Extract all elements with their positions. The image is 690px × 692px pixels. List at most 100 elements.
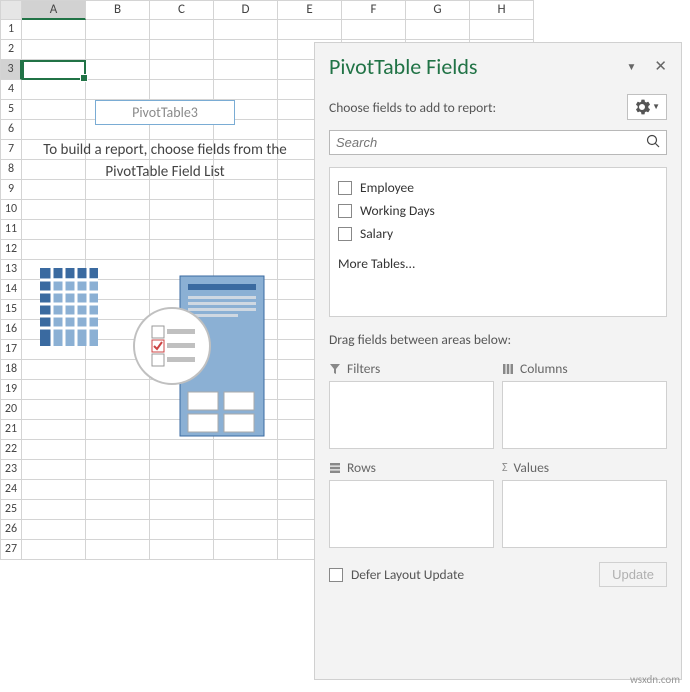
cell[interactable] [22, 500, 86, 520]
cell[interactable] [86, 440, 150, 460]
cell[interactable] [22, 520, 86, 540]
row-header[interactable]: 21 [0, 420, 22, 440]
cell[interactable] [150, 500, 214, 520]
select-all-corner[interactable] [0, 0, 22, 20]
cell[interactable] [86, 500, 150, 520]
cell[interactable] [22, 180, 86, 200]
search-input[interactable] [329, 130, 667, 155]
row-header[interactable]: 1 [0, 20, 22, 40]
cell[interactable] [86, 60, 150, 80]
row-header[interactable]: 7 [0, 140, 22, 160]
column-header[interactable]: B [86, 0, 150, 20]
row-header[interactable]: 27 [0, 540, 22, 560]
cell[interactable] [86, 200, 150, 220]
row-header[interactable]: 6 [0, 120, 22, 140]
row-header[interactable]: 20 [0, 400, 22, 420]
more-tables-link[interactable]: More Tables... [338, 255, 658, 272]
row-header[interactable]: 17 [0, 340, 22, 360]
cell[interactable] [214, 460, 278, 480]
update-button[interactable]: Update [599, 562, 667, 587]
row-header[interactable]: 16 [0, 320, 22, 340]
cell[interactable] [214, 500, 278, 520]
cell[interactable] [22, 540, 86, 560]
row-header[interactable]: 5 [0, 100, 22, 120]
cell[interactable] [22, 40, 86, 60]
cell[interactable] [406, 20, 470, 40]
filters-dropzone[interactable] [329, 381, 494, 449]
defer-layout-checkbox[interactable]: Defer Layout Update [329, 566, 464, 583]
cell[interactable] [150, 240, 214, 260]
cell[interactable] [470, 20, 534, 40]
cell[interactable] [86, 520, 150, 540]
columns-dropzone[interactable] [502, 381, 667, 449]
cell[interactable] [214, 40, 278, 60]
cell[interactable] [150, 180, 214, 200]
row-header[interactable]: 4 [0, 80, 22, 100]
cell[interactable] [22, 20, 86, 40]
cell[interactable] [342, 20, 406, 40]
cell[interactable] [214, 200, 278, 220]
cell[interactable] [86, 460, 150, 480]
row-header[interactable]: 18 [0, 360, 22, 380]
values-dropzone[interactable] [502, 480, 667, 548]
row-header[interactable]: 26 [0, 520, 22, 540]
row-header[interactable]: 12 [0, 240, 22, 260]
cell[interactable] [214, 440, 278, 460]
row-header[interactable]: 14 [0, 280, 22, 300]
row-header[interactable]: 25 [0, 500, 22, 520]
row-header[interactable]: 10 [0, 200, 22, 220]
tools-button[interactable]: ▼ [627, 94, 667, 120]
cell[interactable] [22, 60, 86, 80]
cell[interactable] [22, 460, 86, 480]
cell[interactable] [86, 20, 150, 40]
cell[interactable] [214, 540, 278, 560]
cell[interactable] [214, 240, 278, 260]
cell[interactable] [150, 220, 214, 240]
cell[interactable] [214, 80, 278, 100]
cell[interactable] [150, 20, 214, 40]
column-header[interactable]: E [278, 0, 342, 20]
cell[interactable] [150, 520, 214, 540]
row-header[interactable]: 2 [0, 40, 22, 60]
cell[interactable] [86, 540, 150, 560]
cell[interactable] [22, 200, 86, 220]
cell[interactable] [214, 60, 278, 80]
cell[interactable] [86, 480, 150, 500]
column-header[interactable]: D [214, 0, 278, 20]
column-header[interactable]: A [22, 0, 86, 20]
field-item[interactable]: Working Days [338, 199, 658, 222]
row-header[interactable]: 9 [0, 180, 22, 200]
cell[interactable] [86, 180, 150, 200]
field-item[interactable]: Salary [338, 222, 658, 245]
cell[interactable] [214, 20, 278, 40]
cell[interactable] [86, 220, 150, 240]
cell[interactable] [86, 80, 150, 100]
cell[interactable] [150, 60, 214, 80]
row-header[interactable]: 8 [0, 160, 22, 180]
cell[interactable] [22, 240, 86, 260]
rows-dropzone[interactable] [329, 480, 494, 548]
field-item[interactable]: Employee [338, 176, 658, 199]
cell[interactable] [214, 480, 278, 500]
cell[interactable] [278, 20, 342, 40]
cell[interactable] [22, 440, 86, 460]
cell[interactable] [150, 80, 214, 100]
row-header[interactable]: 19 [0, 380, 22, 400]
cell[interactable] [214, 220, 278, 240]
row-header[interactable]: 24 [0, 480, 22, 500]
column-header[interactable]: F [342, 0, 406, 20]
cell[interactable] [22, 220, 86, 240]
cell[interactable] [150, 200, 214, 220]
cell[interactable] [150, 460, 214, 480]
cell[interactable] [22, 80, 86, 100]
column-header[interactable]: H [470, 0, 534, 20]
row-header[interactable]: 13 [0, 260, 22, 280]
cell[interactable] [86, 40, 150, 60]
column-header[interactable]: C [150, 0, 214, 20]
row-header[interactable]: 3 [0, 60, 22, 80]
row-header[interactable]: 15 [0, 300, 22, 320]
search-icon[interactable] [646, 134, 661, 149]
row-header[interactable]: 22 [0, 440, 22, 460]
cell[interactable] [22, 480, 86, 500]
row-header[interactable]: 23 [0, 460, 22, 480]
